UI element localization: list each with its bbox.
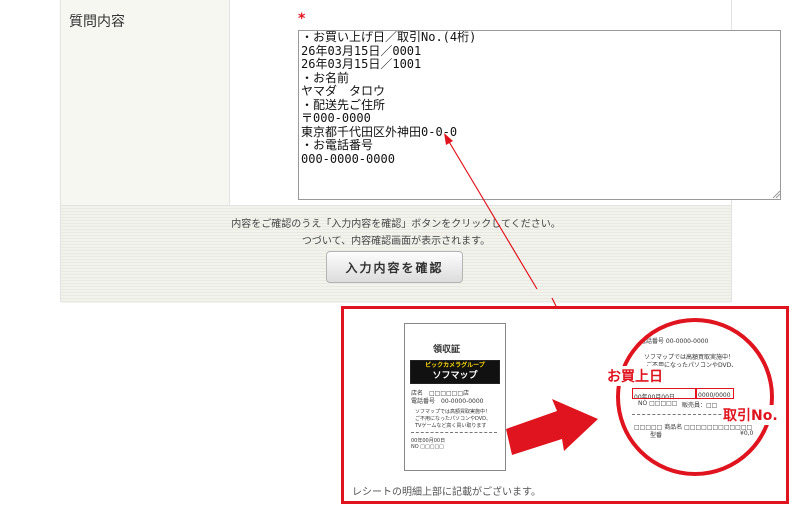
receipt-no: NO □□□□□: [411, 444, 444, 450]
receipt-phone: 電話番号 00-0000-0000: [411, 398, 484, 405]
receipt-promo-2: ご不用になったパソコンやDVD、: [415, 416, 492, 422]
zoom-circle: 電話番号 00-0000-0000 ソフマップでは高額買取実施中！ ご不用になっ…: [616, 318, 774, 476]
receipt-image: 領収証 ビックカメラグループ ソフマップ 店名 □□□□□□店 電話番号 00-…: [404, 323, 506, 471]
zoom-lens-area: 電話番号 00-0000-0000 ソフマップでは高額買取実施中！ ご不用になっ…: [606, 306, 793, 496]
zoom-model: 型番: [650, 432, 663, 439]
receipt-date: 00年00月00日: [411, 438, 446, 444]
receipt-guide-callout: 領収証 ビックカメラグループ ソフマップ 店名 □□□□□□店 電話番号 00-…: [341, 306, 789, 504]
zoom-seller: 販売員：□□: [682, 402, 718, 409]
number-highlight: [696, 388, 734, 399]
zoom-no: NO □□□□□: [638, 400, 678, 407]
receipt-logo: ビックカメラグループ ソフマップ: [410, 360, 500, 384]
brand-top: ビックカメラグループ: [411, 361, 499, 370]
receipt-divider: [411, 432, 497, 434]
zoom-phone: 電話番号 00-0000-0000: [640, 338, 709, 345]
receipt-promo-3: TVゲームなど高く買い取ります: [415, 423, 487, 429]
brand-name: ソフマップ: [411, 370, 499, 383]
receipt-title: 領収証: [433, 345, 461, 355]
zoom-price: ¥0,0: [740, 430, 754, 437]
transaction-no-label: 取引No.: [722, 405, 779, 425]
receipt-promo-1: ソフマップでは高額買取実施中！: [415, 409, 491, 415]
purchase-date-label: お買上日: [606, 366, 664, 386]
receipt-caption: レシートの明細上部に記載がございます。: [352, 487, 541, 498]
big-arrow-icon: [506, 399, 598, 455]
date-highlight: [632, 388, 696, 399]
